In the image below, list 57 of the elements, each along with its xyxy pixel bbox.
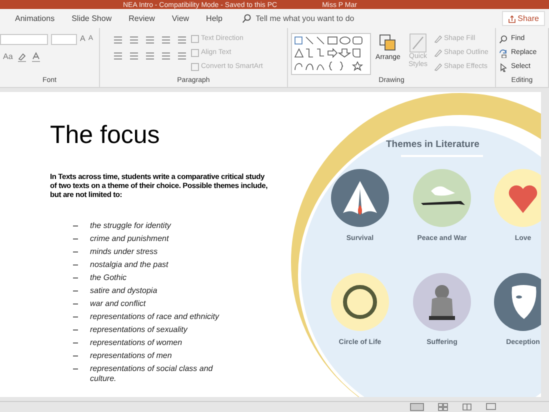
align-icon[interactable] (145, 51, 155, 61)
change-case-button[interactable]: Aa (3, 50, 13, 62)
list-icon[interactable] (129, 35, 139, 45)
tent-icon (331, 169, 389, 227)
list-icon[interactable] (161, 35, 171, 45)
replace-icon (499, 48, 508, 58)
slide-sorter-icon[interactable] (438, 403, 448, 411)
align-icon[interactable] (129, 51, 139, 61)
highlighter-icon[interactable] (16, 52, 27, 62)
theme-list-item: nostalgia and the past (90, 260, 170, 270)
ribbon-tab[interactable]: View (172, 12, 190, 24)
theme-list-item: representations of sexuality (90, 325, 189, 335)
brush-icon (409, 33, 427, 53)
theme-list-item: minds under stress (90, 247, 159, 257)
ribbon-tab[interactable]: Slide Show (72, 12, 112, 24)
figure-icon (413, 273, 471, 331)
heart-icon (494, 169, 541, 227)
text-box-icon (191, 63, 199, 71)
reading-view-icon[interactable] (462, 403, 472, 411)
theme-list-item: representations of women (90, 338, 184, 348)
share-icon (508, 14, 516, 22)
arrange-icon (378, 33, 398, 53)
theme-list-item: crime and punishment (90, 234, 170, 244)
search-icon (499, 34, 508, 44)
theme-list-item: satire and dystopia (90, 286, 158, 296)
list-icon[interactable] (177, 35, 187, 45)
ribbon-tab[interactable]: Review (128, 12, 155, 24)
grow-font-button[interactable]: A (80, 33, 86, 45)
ring-icon (331, 273, 389, 331)
normal-view-icon[interactable] (410, 403, 424, 411)
share-button[interactable]: Share (502, 11, 545, 26)
infographic-title: Themes in Literature (386, 138, 480, 152)
mask-icon (494, 273, 541, 331)
ribbon-tab[interactable]: Animations (15, 12, 55, 24)
theme-list-item: representations of social class and culture. (90, 364, 214, 384)
search-field[interactable]: Tell me what you want to do (256, 12, 366, 24)
theme-list-item: the struggle for identity (90, 221, 172, 231)
align-icon[interactable] (113, 51, 123, 61)
align-icon[interactable] (161, 51, 171, 61)
text-box-icon (191, 49, 199, 57)
theme-list-item: war and conflict (90, 299, 147, 309)
font-name-field[interactable] (0, 34, 48, 44)
list-icon[interactable] (113, 35, 123, 45)
slide-title: The focus (50, 120, 161, 150)
theme-list-item: representations of race and ethnicity (90, 312, 220, 322)
search-icon (242, 14, 250, 23)
list-icon[interactable] (145, 35, 155, 45)
theme-list-item: the Gothic (90, 273, 128, 283)
dove-icon (413, 169, 471, 227)
font-size-field[interactable] (51, 34, 77, 44)
text-box-icon (191, 35, 199, 43)
ribbon-tab[interactable]: Help (206, 12, 222, 24)
align-icon[interactable] (177, 51, 187, 61)
theme-list-item: representations of men (90, 351, 173, 361)
cursor-icon (499, 62, 508, 72)
slideshow-icon[interactable] (486, 403, 496, 411)
font-color-icon[interactable] (30, 52, 41, 62)
